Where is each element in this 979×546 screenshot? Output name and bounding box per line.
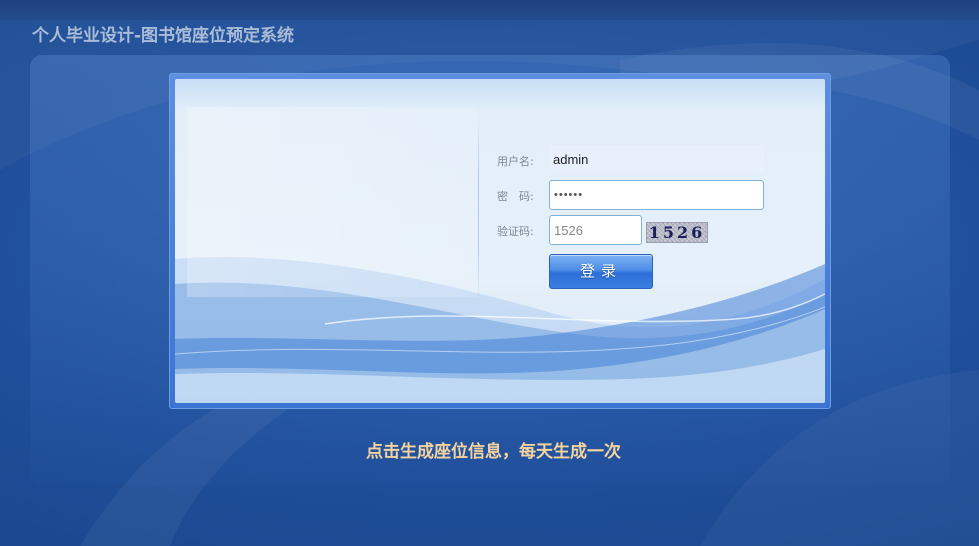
password-input[interactable] — [549, 180, 764, 210]
login-page: 个人毕业设计-图书馆座位预定系统 用户名: 密 码: 验证码: 1526 登录 … — [0, 0, 979, 546]
app-title: 个人毕业设计-图书馆座位预定系统 — [32, 26, 295, 46]
generate-seats-link[interactable]: 点击生成座位信息，每天生成一次 — [366, 437, 621, 462]
password-label: 密 码: — [497, 190, 534, 203]
username-input[interactable] — [549, 145, 764, 173]
left-decor-area — [187, 107, 477, 297]
vertical-divider — [478, 119, 479, 299]
captcha-label: 验证码: — [497, 225, 534, 238]
login-button[interactable]: 登录 — [549, 254, 653, 289]
login-frame: 用户名: 密 码: 验证码: 1526 登录 — [169, 73, 831, 409]
login-panel: 用户名: 密 码: 验证码: 1526 登录 — [175, 79, 825, 403]
captcha-image[interactable]: 1526 — [646, 222, 708, 243]
captcha-input[interactable] — [549, 215, 642, 245]
username-label: 用户名: — [497, 155, 534, 168]
